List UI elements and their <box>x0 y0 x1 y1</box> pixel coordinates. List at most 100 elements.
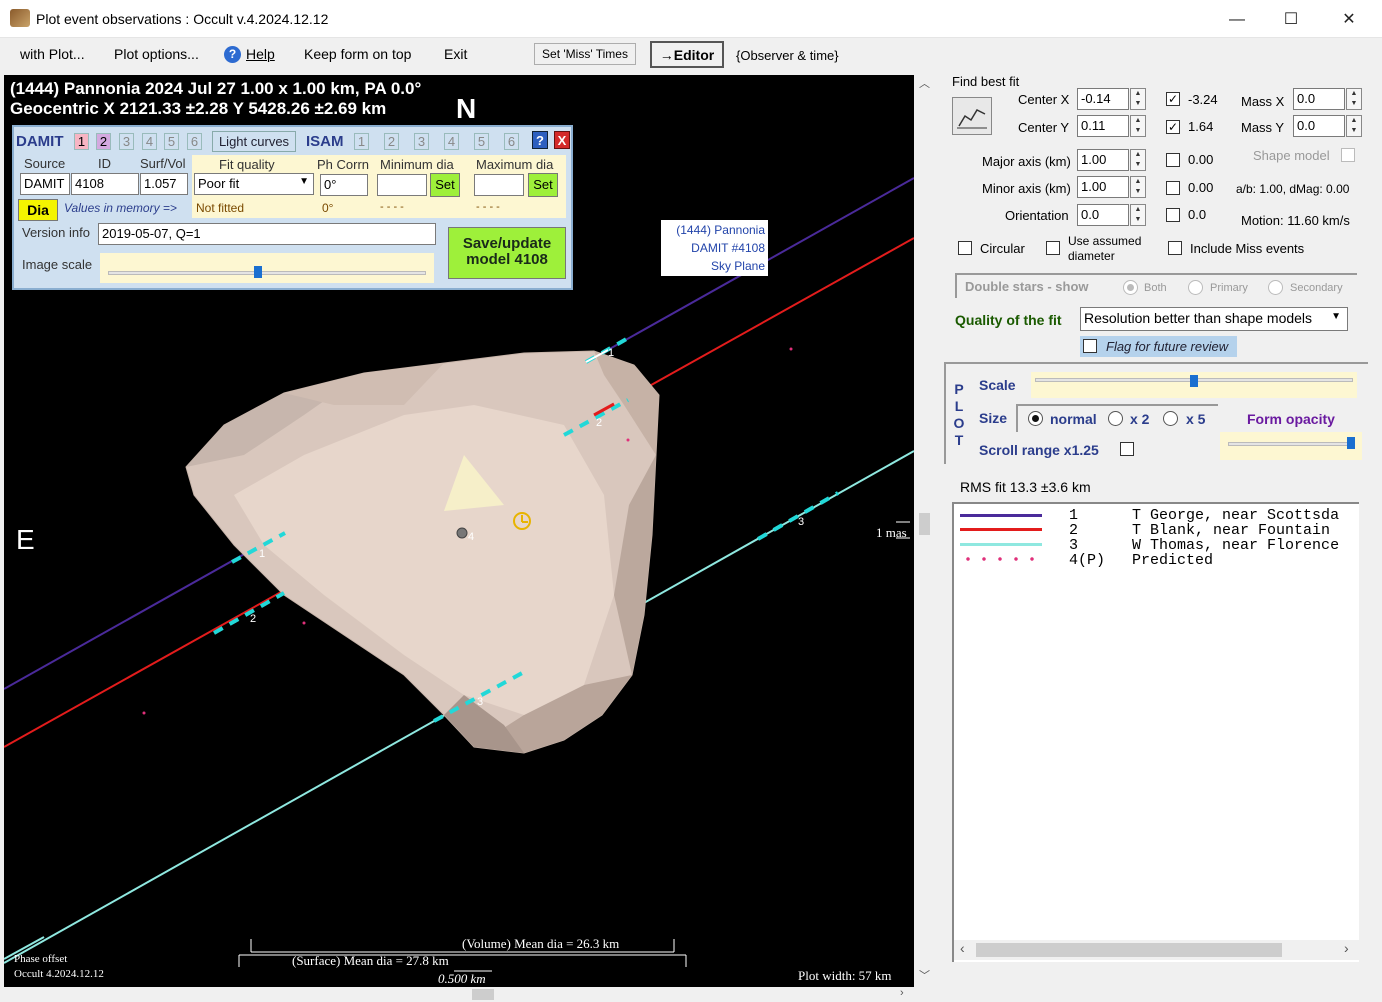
major-axis-check[interactable] <box>1166 153 1180 167</box>
max-dia-set-button[interactable]: Set <box>528 173 558 197</box>
editor-button[interactable]: →Editor <box>650 41 724 68</box>
plot-vscroll-thumb[interactable] <box>919 513 930 535</box>
isam-tab-5[interactable]: 5 <box>474 133 489 150</box>
primary-label: Primary <box>1210 282 1248 294</box>
scroll-right-icon[interactable]: › <box>1344 940 1349 956</box>
menu-help[interactable]: Help <box>246 46 275 62</box>
isam-tab-1[interactable]: 1 <box>354 133 369 150</box>
include-miss-check[interactable] <box>1168 241 1182 255</box>
close-panel-button[interactable]: X <box>554 131 570 149</box>
scroll-right-icon[interactable]: › <box>900 987 904 999</box>
version-info-field[interactable]: 2019-05-07, Q=1 <box>98 223 436 245</box>
mass-x-spinner[interactable]: ▲ ▼ <box>1346 88 1362 110</box>
observer-time-label[interactable]: {Observer & time} <box>736 48 839 63</box>
source-field[interactable]: DAMIT <box>20 173 70 195</box>
max-dia-field[interactable] <box>474 174 524 196</box>
min-dia-field[interactable] <box>377 174 427 196</box>
menu-keep-on-top[interactable]: Keep form on top <box>304 46 411 62</box>
minor-axis-field[interactable]: 1.00 <box>1077 176 1129 198</box>
damit-model-tab-6[interactable]: 6 <box>187 133 202 150</box>
plot-hscroll-thumb[interactable] <box>472 989 494 1000</box>
dia-button[interactable]: Dia <box>18 199 58 221</box>
isam-tab-3[interactable]: 3 <box>414 133 429 150</box>
both-radio[interactable] <box>1123 280 1138 295</box>
legend-hscroll-thumb[interactable] <box>976 943 1282 957</box>
image-scale-thumb[interactable] <box>254 266 262 278</box>
find-best-fit-button[interactable] <box>952 97 992 135</box>
plot-canvas[interactable]: (1444) Pannonia 2024 Jul 27 1.00 x 1.00 … <box>4 75 914 987</box>
damit-model-tab-5[interactable]: 5 <box>164 133 179 150</box>
isam-tab-6[interactable]: 6 <box>504 133 519 150</box>
center-y-spinner[interactable]: ▲ ▼ <box>1130 115 1146 137</box>
scale-thumb[interactable] <box>1190 375 1198 387</box>
scroll-down-icon[interactable]: ﹀ <box>919 967 930 983</box>
mass-y-spinner[interactable]: ▲ ▼ <box>1346 115 1362 137</box>
size-x5-label: x 5 <box>1186 411 1206 427</box>
scale-slider[interactable] <box>1031 372 1357 398</box>
secondary-radio[interactable] <box>1268 280 1283 295</box>
circular-label: Circular <box>980 241 1025 256</box>
major-axis-spinner[interactable]: ▲ ▼ <box>1130 149 1146 171</box>
phase-offset-label: Phase offset <box>14 953 68 965</box>
legend-num: 4(P) <box>1069 552 1106 569</box>
orientation-check[interactable] <box>1166 208 1180 222</box>
set-miss-times-button[interactable]: Set 'Miss' Times <box>534 43 636 65</box>
menu-with-plot[interactable]: with Plot... <box>20 46 85 62</box>
fit-quality-select[interactable]: Poor fit ▼ <box>194 173 314 195</box>
center-y-check[interactable]: ✓ <box>1166 120 1180 134</box>
mass-y-field[interactable]: 0.0 <box>1293 115 1345 137</box>
quality-select[interactable]: Resolution better than shape models ▼ <box>1080 307 1348 331</box>
size-x5-radio[interactable] <box>1163 411 1178 426</box>
help-button[interactable]: ? <box>532 131 548 149</box>
save-update-model-button[interactable]: Save/update model 4108 <box>448 227 566 279</box>
min-dia-set-button[interactable]: Set <box>430 173 460 197</box>
legend-hscrollbar[interactable]: ‹ › <box>954 940 1359 960</box>
isam-tab-4[interactable]: 4 <box>444 133 459 150</box>
size-normal-label: normal <box>1050 411 1097 427</box>
minimize-button[interactable]: — <box>1214 6 1260 34</box>
shape-model-check[interactable] <box>1341 148 1355 162</box>
plot-hscrollbar[interactable]: › <box>4 987 914 1002</box>
orientation-spinner[interactable]: ▲ ▼ <box>1130 204 1146 226</box>
minor-axis-spinner[interactable]: ▲ ▼ <box>1130 176 1146 198</box>
damit-model-tab-2[interactable]: 2 <box>96 133 111 150</box>
menu-exit[interactable]: Exit <box>444 46 467 62</box>
maximize-button[interactable]: ☐ <box>1268 6 1314 34</box>
light-curves-button[interactable]: Light curves <box>212 131 296 152</box>
form-opacity-thumb[interactable] <box>1347 437 1355 449</box>
scroll-up-icon[interactable]: ︿ <box>919 75 930 91</box>
close-button[interactable]: ✕ <box>1326 6 1372 34</box>
damit-model-tab-1[interactable]: 1 <box>74 133 89 150</box>
damit-model-tab-4[interactable]: 4 <box>142 133 157 150</box>
help-icon[interactable]: ? <box>224 46 241 63</box>
plot-vscrollbar[interactable]: ︿ ﹀ <box>916 75 932 987</box>
flag-review-check[interactable] <box>1083 339 1097 353</box>
center-x-check[interactable]: ✓ <box>1166 92 1180 106</box>
size-normal-radio[interactable] <box>1028 411 1043 426</box>
scroll-range-check[interactable] <box>1120 442 1134 456</box>
id-field[interactable]: 4108 <box>71 173 139 195</box>
center-x-field[interactable]: -0.14 <box>1077 88 1129 110</box>
circular-check[interactable] <box>958 241 972 255</box>
center-x-spinner[interactable]: ▲ ▼ <box>1130 88 1146 110</box>
center-y-field[interactable]: 0.11 <box>1077 115 1129 137</box>
orientation-field[interactable]: 0.0 <box>1077 204 1129 226</box>
scroll-left-icon[interactable]: ‹ <box>960 940 965 956</box>
use-assumed-check[interactable] <box>1046 241 1060 255</box>
damit-model-tab-3[interactable]: 3 <box>119 133 134 150</box>
major-axis-field[interactable]: 1.00 <box>1077 149 1129 171</box>
plot-letter: P <box>954 381 964 397</box>
mass-x-field[interactable]: 0.0 <box>1293 88 1345 110</box>
use-assumed-label: Use assumed diameter <box>1068 234 1142 263</box>
isam-tab-2[interactable]: 2 <box>384 133 399 150</box>
size-x2-radio[interactable] <box>1108 411 1123 426</box>
menu-plot-options[interactable]: Plot options... <box>114 46 199 62</box>
surfvol-field[interactable]: 1.057 <box>140 173 188 195</box>
ph-corrn-field[interactable]: 0° <box>320 174 368 196</box>
primary-radio[interactable] <box>1188 280 1203 295</box>
legend-text: Predicted <box>1132 552 1214 569</box>
form-opacity-slider[interactable] <box>1220 432 1362 460</box>
image-scale-slider[interactable] <box>100 253 434 283</box>
minor-axis-check[interactable] <box>1166 181 1180 195</box>
legend-line <box>960 528 1042 531</box>
